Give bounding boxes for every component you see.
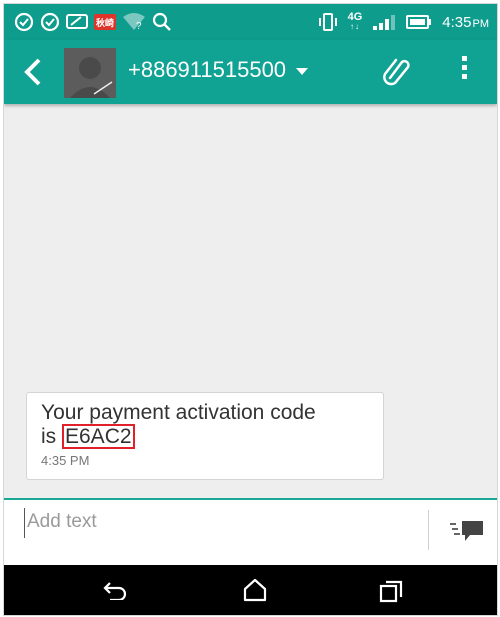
- contact-number: +886911515500: [128, 57, 287, 82]
- message-line-2: is: [41, 425, 62, 448]
- more-vert-icon[interactable]: [462, 56, 470, 83]
- nav-recent-apps-icon[interactable]: [378, 579, 404, 608]
- contact-selector[interactable]: +886911515500: [128, 57, 309, 83]
- message-bubble[interactable]: Your payment activation code is E6AC2 4:…: [26, 392, 384, 480]
- svg-text:?: ?: [136, 21, 142, 31]
- clock: 4:35PM: [442, 13, 489, 31]
- battery-icon: [406, 15, 432, 29]
- sync-icon: [14, 12, 34, 32]
- phone-screen: 秋崎 ? 4G ↑↓ 4:35PM +886911515500 Your pay…: [4, 4, 497, 615]
- compose-text-field[interactable]: Add text: [24, 508, 407, 538]
- compose-bar: Add text: [4, 500, 497, 565]
- message-text: Your payment activation code is E6AC2: [41, 401, 369, 449]
- send-icon[interactable]: [450, 520, 484, 547]
- wifi-unknown-icon: ?: [122, 13, 146, 31]
- nav-home-icon[interactable]: [242, 578, 268, 607]
- status-system-icons: 4G ↑↓ 4:35PM: [318, 4, 489, 40]
- activation-code: E6AC2: [62, 424, 135, 449]
- attach-icon[interactable]: [382, 54, 412, 93]
- message-timestamp: 4:35 PM: [41, 453, 90, 468]
- sync-icon: [40, 12, 60, 32]
- status-bar: 秋崎 ? 4G ↑↓ 4:35PM: [4, 4, 497, 40]
- compose-separator: [428, 510, 429, 550]
- dropdown-caret-icon: [296, 68, 309, 75]
- back-arrow-icon[interactable]: [24, 58, 42, 91]
- search-icon: [152, 12, 172, 32]
- nav-back-icon[interactable]: [102, 580, 128, 605]
- app-badge: 秋崎: [94, 14, 116, 30]
- conversation-header: +886911515500: [4, 40, 497, 104]
- network-type-icon: 4G ↑↓: [347, 11, 363, 32]
- message-line-1: Your payment activation code: [41, 401, 316, 424]
- signal-icon: [372, 14, 396, 30]
- avatar[interactable]: [64, 48, 116, 98]
- navigation-bar: [4, 565, 497, 615]
- status-notifications: 秋崎 ?: [4, 12, 172, 32]
- message-notification-icon: [66, 13, 88, 31]
- vibrate-icon: [318, 13, 338, 31]
